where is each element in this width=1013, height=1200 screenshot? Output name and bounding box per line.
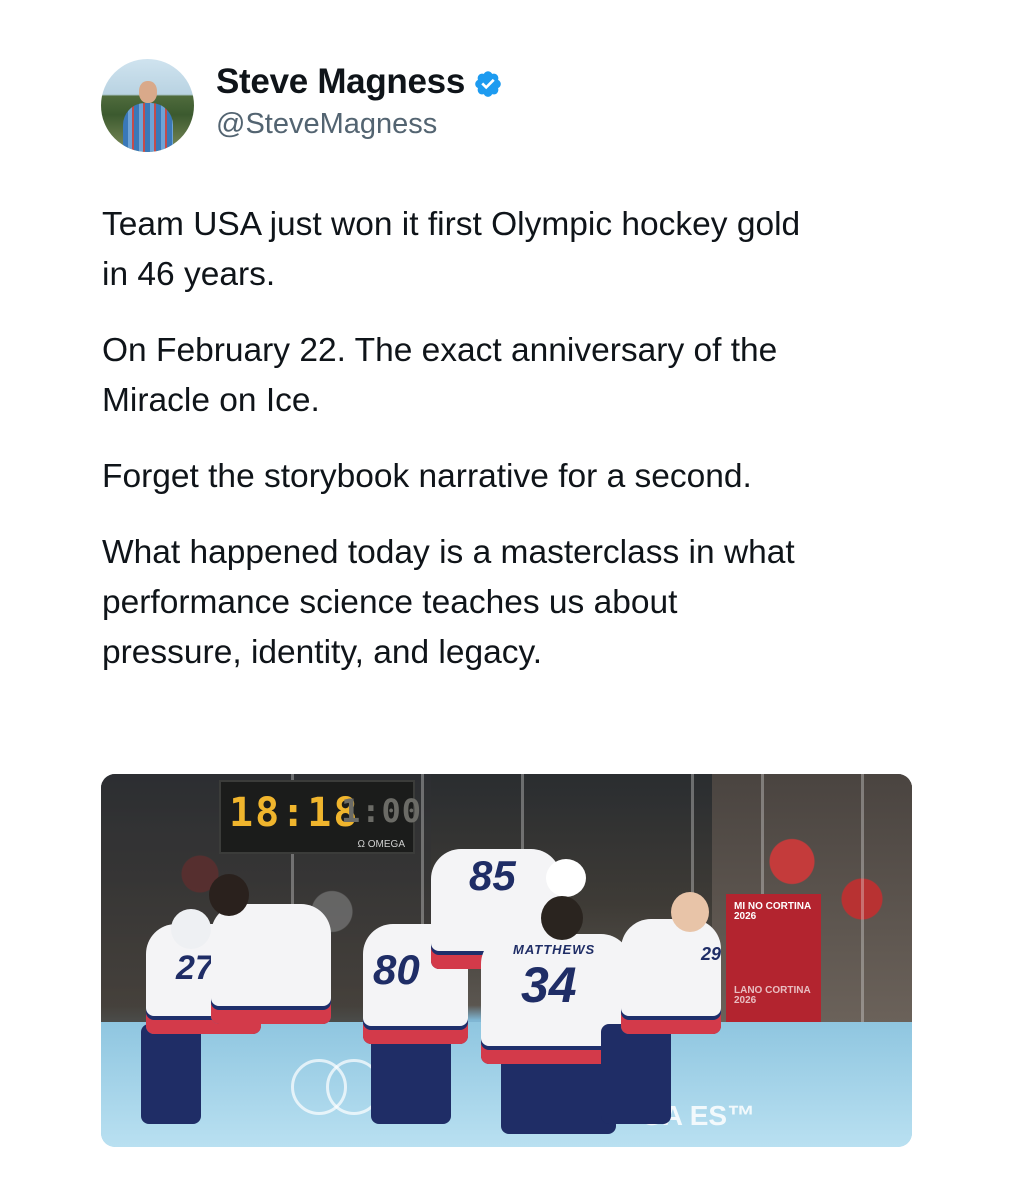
jersey-number: 34 (521, 957, 577, 1013)
player-head (671, 892, 709, 932)
tweet-card: Steve Magness @SteveMagness Team USA jus… (0, 0, 1013, 1200)
scoreboard: 18:18 1:00 Ω OMEGA (219, 780, 421, 854)
player-head (209, 874, 249, 916)
player-jersey (211, 904, 331, 1024)
scoreboard-clock-secondary: 1:00 (341, 792, 423, 830)
scoreboard-clock: 18:18 (229, 790, 360, 836)
tweet-paragraph: Forget the storybook narrative for a sec… (102, 458, 752, 495)
banner-text: MI NO CORTINA 2026 (734, 901, 812, 922)
tweet-paragraph: What happened today is a masterclass in … (102, 534, 795, 671)
player-head (171, 909, 211, 949)
banner-text-lower: LANO CORTINA 2026 (734, 985, 811, 1006)
player-helmet (546, 859, 586, 897)
jersey-number: 29 (701, 944, 722, 964)
glass-divider (861, 774, 864, 1024)
player-pants (601, 1024, 671, 1124)
avatar-person-head (139, 80, 157, 103)
jersey-number: 80 (373, 946, 420, 993)
player-pants (141, 1024, 201, 1124)
author-names: Steve Magness @SteveMagness (216, 62, 503, 142)
tweet-header: Steve Magness @SteveMagness (101, 57, 503, 153)
tweet-text: Team USA just won it first Olympic hocke… (102, 200, 922, 704)
verified-badge-icon (475, 71, 501, 97)
display-name[interactable]: Steve Magness (216, 62, 465, 102)
arena-banner: MI NO CORTINA 2026 LANO CORTINA 2026 (726, 894, 821, 1024)
tweet-photo[interactable]: 18:18 1:00 Ω OMEGA MI NO CORTINA 2026 LA… (101, 774, 912, 1147)
avatar-person-body (123, 102, 173, 152)
scoreboard-brand: Ω OMEGA (357, 839, 405, 850)
player-jersey (621, 919, 721, 1034)
jersey-number: 27 (176, 949, 214, 987)
handle[interactable]: @SteveMagness (216, 106, 503, 142)
tweet-paragraph: Team USA just won it first Olympic hocke… (102, 206, 801, 293)
jersey-name: MATTHEWS (513, 942, 596, 957)
jersey-number: 85 (469, 852, 516, 899)
name-row: Steve Magness (216, 62, 503, 102)
tweet-paragraph: On February 22. The exact anniversary of… (102, 332, 778, 419)
avatar[interactable] (101, 58, 194, 152)
player-head (541, 896, 583, 940)
